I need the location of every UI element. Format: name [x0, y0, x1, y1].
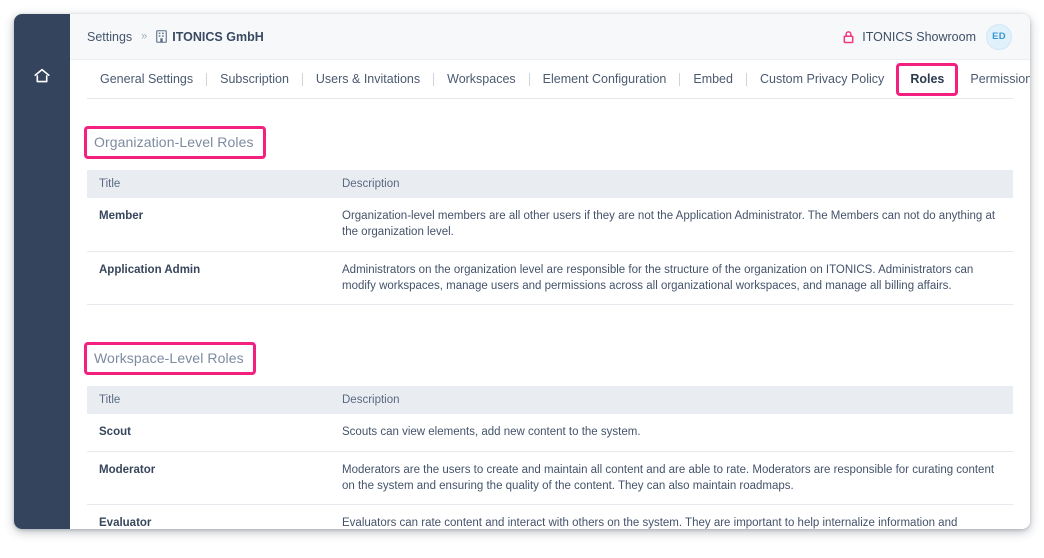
home-icon	[32, 66, 52, 86]
breadcrumb-organization-label: ITONICS GmbH	[172, 29, 264, 44]
section-workspace-level-roles: Workspace-Level Roles Title Description …	[84, 305, 1013, 529]
account-area: ITONICS Showroom ED	[842, 23, 1012, 50]
role-description-cell: Administrators on the organization level…	[330, 251, 1013, 306]
breadcrumb-separator-icon: »	[141, 30, 148, 42]
tab-element-configuration[interactable]: Element Configuration	[530, 73, 680, 86]
organization-roles-table-body: Member Organization-level members are all…	[87, 198, 1013, 306]
tab-general-settings[interactable]: General Settings	[87, 73, 206, 86]
lock-icon	[842, 30, 855, 44]
page-body: Organization-Level Roles Title Descripti…	[70, 99, 1030, 529]
role-description-cell: Evaluators can rate content and interact…	[330, 504, 1013, 529]
table-header-row: Title Description	[87, 170, 1013, 198]
tab-users-invitations[interactable]: Users & Invitations	[303, 73, 433, 86]
breadcrumb-settings[interactable]: Settings	[87, 30, 132, 44]
role-title-cell: Member	[87, 198, 330, 252]
settings-tabstrip: General Settings Subscription Users & Invi…	[70, 60, 1030, 99]
workspace-roles-table-body: Scout Scouts can view elements, add new c…	[87, 414, 1013, 529]
workspace-name[interactable]: ITONICS Showroom	[862, 30, 976, 44]
tab-divider	[897, 73, 899, 86]
column-header-description: Description	[330, 170, 1013, 198]
section-2-title-wrap: Workspace-Level Roles	[84, 305, 1013, 376]
workspace-roles-table-head: Title Description	[87, 386, 1013, 415]
breadcrumb-organization[interactable]: ITONICS GmbH	[156, 29, 264, 44]
workspace-roles-table: Title Description Scout Scouts can view e…	[87, 386, 1013, 529]
role-title-cell: Moderator	[87, 451, 330, 506]
organization-roles-table-head: Title Description	[87, 170, 1013, 198]
section-1-title-wrap: Organization-Level Roles	[84, 99, 1013, 159]
tab-permissions[interactable]: Permissions	[957, 73, 1030, 86]
role-description-cell: Moderators are the users to create and m…	[330, 451, 1013, 506]
role-title-cell: Evaluator	[87, 504, 330, 529]
tab-workspaces[interactable]: Workspaces	[434, 73, 529, 86]
table-row: Moderator Moderators are the users to cre…	[87, 451, 1013, 506]
table-row: Member Organization-level members are all…	[87, 198, 1013, 252]
tab-list: General Settings Subscription Users & Invi…	[87, 63, 1030, 96]
nav-item-home[interactable]	[14, 66, 70, 86]
left-nav-rail	[14, 14, 70, 529]
column-header-description: Description	[330, 386, 1013, 415]
organization-roles-table: Title Description Member Organization-lev…	[87, 170, 1013, 306]
avatar[interactable]: ED	[986, 23, 1012, 50]
role-description-cell: Organization-level members are all other…	[330, 198, 1013, 252]
tab-roles[interactable]: Roles	[896, 63, 959, 96]
section-organization-level-roles: Organization-Level Roles Title Descripti…	[84, 99, 1013, 306]
breadcrumb: Settings » ITONICS GmbH	[87, 30, 264, 44]
column-header-title: Title	[87, 386, 330, 415]
app-window: Settings » ITONICS GmbH ITONICS Showroom…	[14, 14, 1030, 529]
tab-subscription[interactable]: Subscription	[207, 73, 302, 86]
section-title-workspace-level-roles: Workspace-Level Roles	[84, 342, 256, 376]
role-description-cell: Scouts can view elements, add new conten…	[330, 414, 1013, 452]
building-icon	[156, 30, 168, 43]
column-header-title: Title	[87, 170, 330, 198]
tab-embed[interactable]: Embed	[680, 73, 746, 86]
tab-custom-privacy-policy[interactable]: Custom Privacy Policy	[747, 73, 897, 86]
role-title-cell: Scout	[87, 414, 330, 452]
table-row: Evaluator Evaluators can rate content and…	[87, 504, 1013, 529]
role-title-cell: Application Admin	[87, 251, 330, 306]
table-row: Scout Scouts can view elements, add new c…	[87, 414, 1013, 452]
table-row: Application Admin Administrators on the o…	[87, 251, 1013, 306]
top-bar: Settings » ITONICS GmbH ITONICS Showroom…	[70, 14, 1030, 60]
table-header-row: Title Description	[87, 386, 1013, 415]
section-title-organization-level-roles: Organization-Level Roles	[84, 126, 266, 159]
content-column: Settings » ITONICS GmbH ITONICS Showroom…	[70, 14, 1030, 529]
